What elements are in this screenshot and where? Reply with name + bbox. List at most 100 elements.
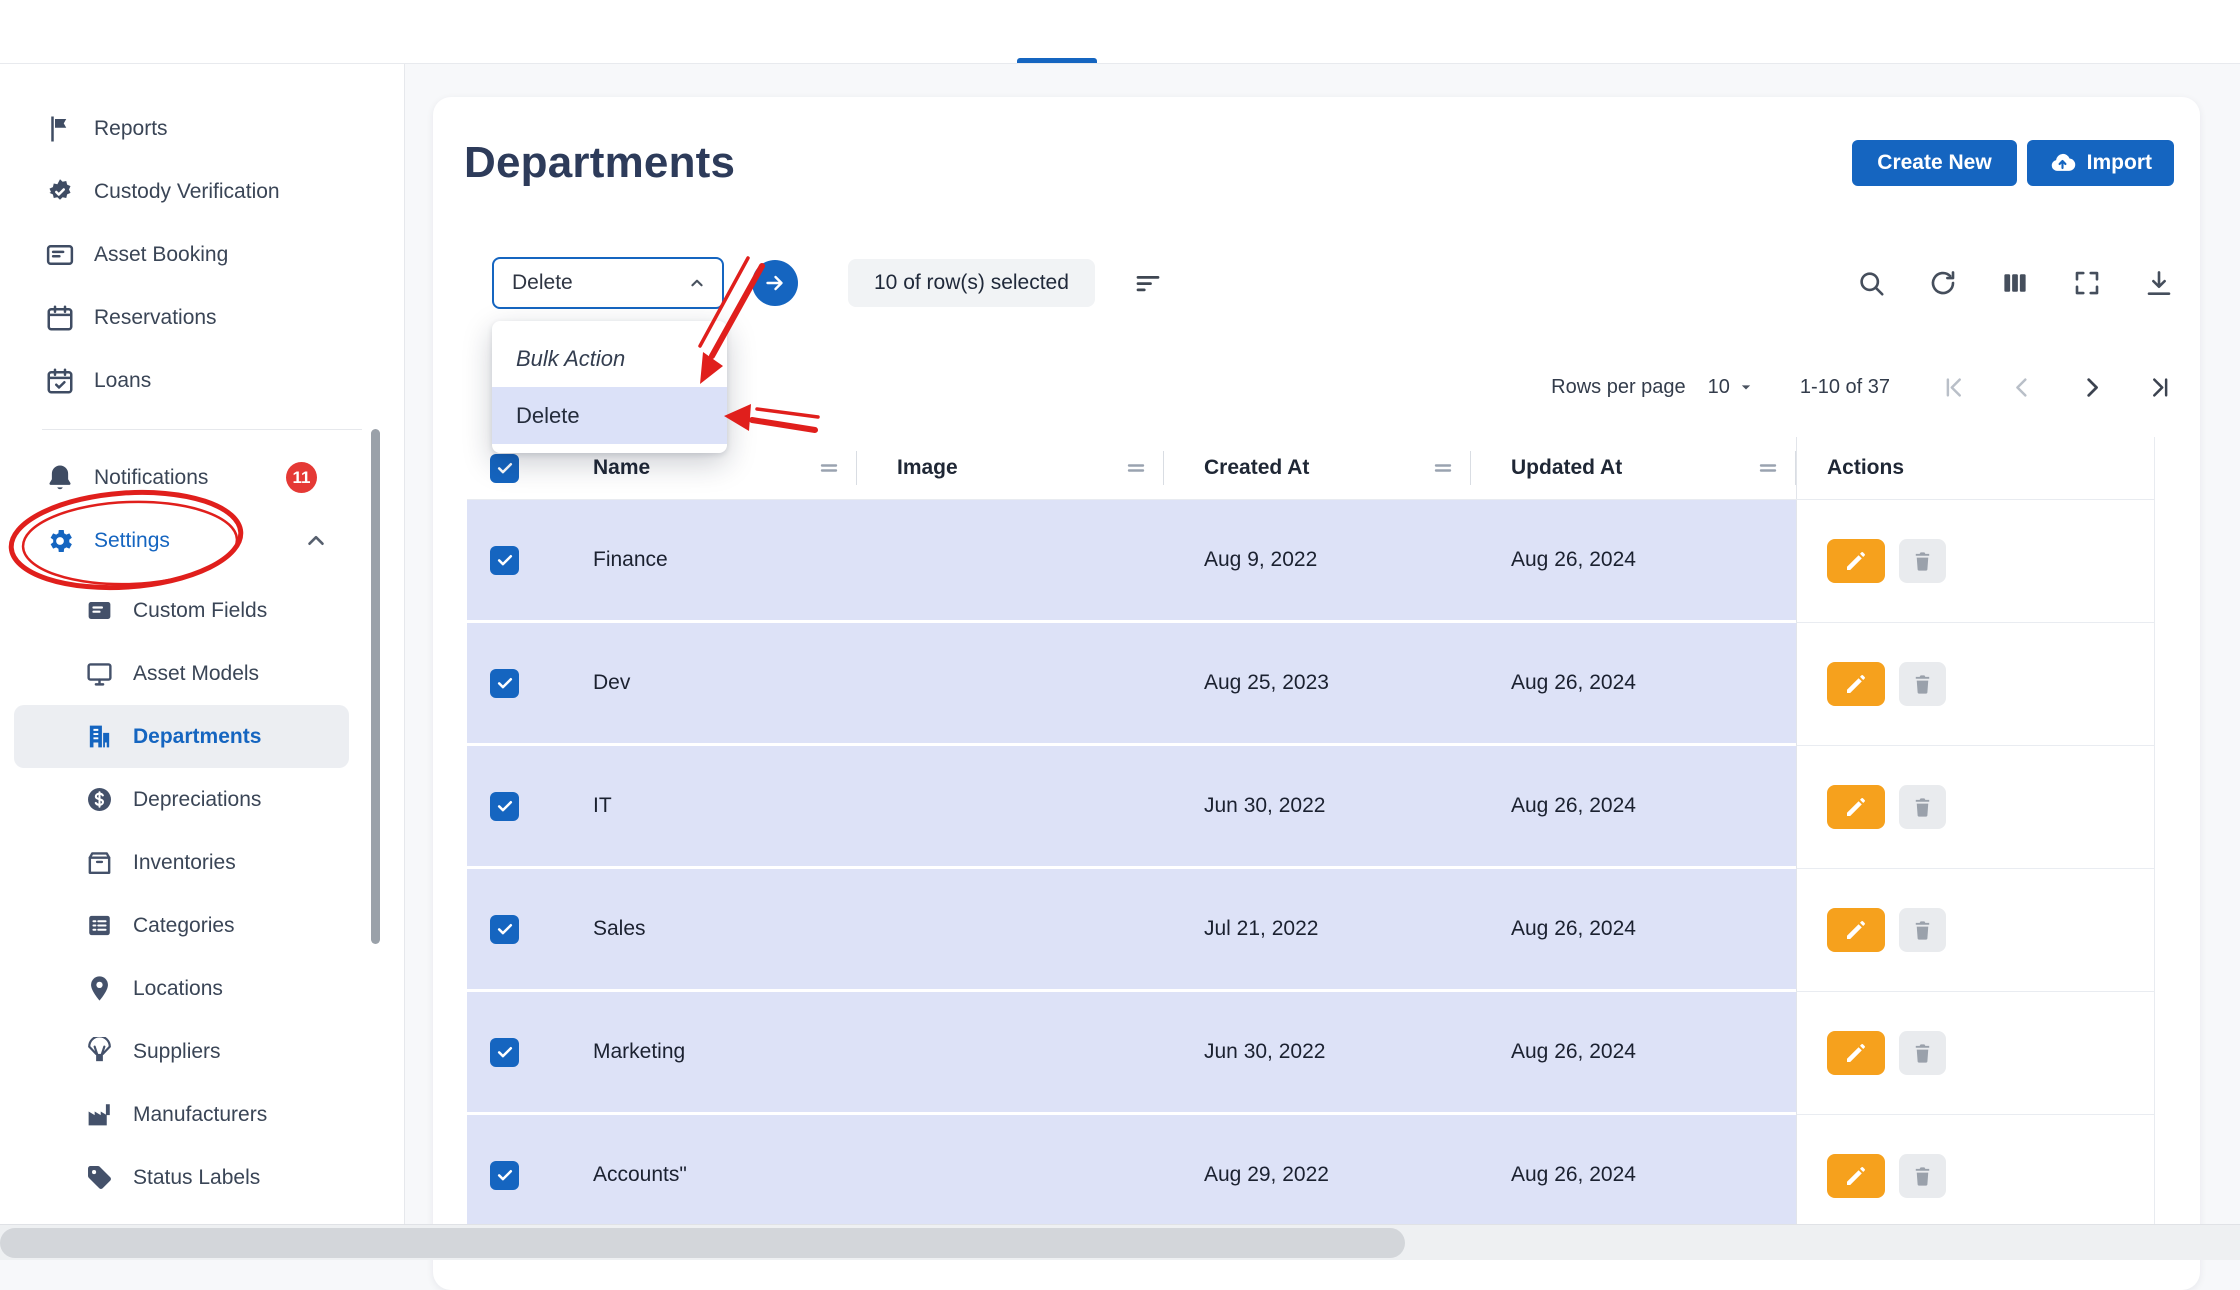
sidebar-item-loans[interactable]: Loans bbox=[0, 349, 404, 412]
cell-updated-at: Aug 26, 2024 bbox=[1471, 500, 1796, 623]
delete-button[interactable] bbox=[1899, 785, 1946, 829]
previous-page-icon[interactable] bbox=[2009, 374, 2036, 401]
edit-button[interactable] bbox=[1827, 662, 1885, 706]
drag-handle-icon[interactable] bbox=[1756, 456, 1780, 480]
cell-image bbox=[857, 746, 1164, 869]
cell-actions bbox=[1796, 869, 2155, 992]
sidebar-item-label: Asset Models bbox=[133, 661, 260, 685]
cell-created-at: Jun 30, 2022 bbox=[1164, 746, 1471, 869]
locations-icon bbox=[85, 974, 114, 1003]
sidebar-item-label: Suppliers bbox=[133, 1039, 221, 1063]
sidebar-item-label: Manufacturers bbox=[133, 1102, 268, 1126]
toolbar: Delete 10 of row(s) selected Bulk Action… bbox=[492, 257, 2174, 453]
cell-actions bbox=[1796, 746, 2155, 869]
sidebar-item-notifications[interactable]: Notifications 11 bbox=[0, 446, 404, 509]
sidebar-item-label: Asset Booking bbox=[94, 242, 229, 266]
sidebar-item-locations[interactable]: Locations bbox=[14, 957, 349, 1020]
cell-updated-at: Aug 26, 2024 bbox=[1471, 869, 1796, 992]
edit-button[interactable] bbox=[1827, 1031, 1885, 1075]
delete-button[interactable] bbox=[1899, 1031, 1946, 1075]
column-header-created-at[interactable]: Created At bbox=[1204, 456, 1309, 480]
status-labels-icon bbox=[85, 1163, 114, 1192]
column-header-name[interactable]: Name bbox=[593, 456, 650, 480]
edit-button[interactable] bbox=[1827, 1154, 1885, 1198]
sidebar-item-label: Notifications bbox=[94, 465, 209, 489]
drag-handle-icon[interactable] bbox=[1431, 456, 1455, 480]
delete-button[interactable] bbox=[1899, 1154, 1946, 1198]
apply-bulk-action-button[interactable] bbox=[752, 260, 798, 306]
chevron-up-icon bbox=[303, 528, 329, 554]
sidebar-item-settings[interactable]: Settings bbox=[0, 509, 404, 572]
cell-image bbox=[857, 500, 1164, 623]
table-row: Marketing Jun 30, 2022 Aug 26, 2024 bbox=[467, 992, 2155, 1115]
custom-fields-icon bbox=[85, 596, 114, 625]
delete-button[interactable] bbox=[1899, 539, 1946, 583]
verified-icon bbox=[45, 177, 75, 207]
edit-button[interactable] bbox=[1827, 908, 1885, 952]
sidebar-item-custody-verification[interactable]: Custody Verification bbox=[0, 160, 404, 223]
sidebar-item-inventories[interactable]: Inventories bbox=[14, 831, 349, 894]
import-button[interactable]: Import bbox=[2026, 140, 2174, 186]
import-button-label: Import bbox=[2086, 151, 2152, 174]
sidebar-item-depreciations[interactable]: Depreciations bbox=[14, 768, 349, 831]
row-checkbox[interactable] bbox=[490, 668, 519, 698]
fullscreen-icon[interactable] bbox=[2072, 268, 2102, 298]
delete-button[interactable] bbox=[1899, 908, 1946, 952]
rows-per-page-value: 10 bbox=[1707, 375, 1730, 398]
last-page-icon[interactable] bbox=[2147, 374, 2174, 401]
cell-name: Accounts" bbox=[559, 1115, 857, 1238]
cell-updated-at: Aug 26, 2024 bbox=[1471, 746, 1796, 869]
cell-updated-at: Aug 26, 2024 bbox=[1471, 1115, 1796, 1238]
first-page-icon[interactable] bbox=[1940, 374, 1967, 401]
sidebar-item-asset-models[interactable]: Asset Models bbox=[14, 642, 349, 705]
search-icon[interactable] bbox=[1856, 268, 1886, 298]
columns-icon[interactable] bbox=[2000, 268, 2030, 298]
sidebar-item-status-labels[interactable]: Status Labels bbox=[14, 1146, 349, 1209]
arrow-right-icon bbox=[763, 271, 787, 295]
sidebar-item-label: Categories bbox=[133, 913, 235, 937]
sidebar-item-custom-fields[interactable]: Custom Fields bbox=[14, 579, 349, 642]
select-all-checkbox[interactable] bbox=[490, 453, 519, 483]
horizontal-scrollbar-thumb[interactable] bbox=[0, 1228, 1405, 1258]
cell-name: Sales bbox=[559, 869, 857, 992]
sidebar-item-suppliers[interactable]: Suppliers bbox=[14, 1020, 349, 1083]
column-header-image[interactable]: Image bbox=[897, 456, 958, 480]
notifications-count-badge: 11 bbox=[286, 462, 317, 493]
row-checkbox[interactable] bbox=[490, 914, 519, 944]
sidebar-item-reports[interactable]: Reports bbox=[0, 97, 404, 160]
row-checkbox[interactable] bbox=[490, 1037, 519, 1067]
filter-lines-icon[interactable] bbox=[1133, 268, 1163, 298]
column-header-updated-at[interactable]: Updated At bbox=[1511, 456, 1622, 480]
rows-per-page-select[interactable]: 10 bbox=[1708, 376, 1756, 399]
row-checkbox[interactable] bbox=[490, 545, 519, 575]
cloud-upload-icon bbox=[2049, 150, 2076, 177]
sidebar-scrollbar-thumb[interactable] bbox=[371, 429, 380, 944]
download-icon[interactable] bbox=[2144, 268, 2174, 298]
cell-image bbox=[857, 1115, 1164, 1238]
sidebar-item-reservations[interactable]: Reservations bbox=[0, 286, 404, 349]
edit-button[interactable] bbox=[1827, 539, 1885, 583]
card-header: Departments Create New Import bbox=[433, 97, 2200, 189]
drag-handle-icon[interactable] bbox=[1124, 456, 1148, 480]
drag-handle-icon[interactable] bbox=[817, 456, 841, 480]
refresh-icon[interactable] bbox=[1928, 268, 1958, 298]
edit-button[interactable] bbox=[1827, 785, 1885, 829]
sidebar-item-label: Custody Verification bbox=[94, 179, 280, 203]
inventories-icon bbox=[85, 848, 114, 877]
sidebar-item-asset-booking[interactable]: Asset Booking bbox=[0, 223, 404, 286]
bulk-action-select[interactable]: Delete bbox=[492, 257, 724, 309]
create-new-button[interactable]: Create New bbox=[1852, 140, 2017, 186]
menu-item-bulk-action[interactable]: Bulk Action bbox=[492, 330, 727, 387]
sidebar-item-categories[interactable]: Categories bbox=[14, 894, 349, 957]
next-page-icon[interactable] bbox=[2078, 374, 2105, 401]
row-checkbox[interactable] bbox=[490, 791, 519, 821]
departments-icon bbox=[85, 722, 114, 751]
main-content: Departments Create New Import Delete 10 … bbox=[405, 64, 2240, 1290]
row-checkbox[interactable] bbox=[490, 1160, 519, 1190]
sidebar-item-departments[interactable]: Departments bbox=[14, 705, 349, 768]
cell-name: Finance bbox=[559, 500, 857, 623]
menu-item-delete[interactable]: Delete bbox=[492, 387, 727, 444]
sidebar-divider bbox=[42, 429, 362, 430]
delete-button[interactable] bbox=[1899, 662, 1946, 706]
sidebar-item-manufacturers[interactable]: Manufacturers bbox=[14, 1083, 349, 1146]
